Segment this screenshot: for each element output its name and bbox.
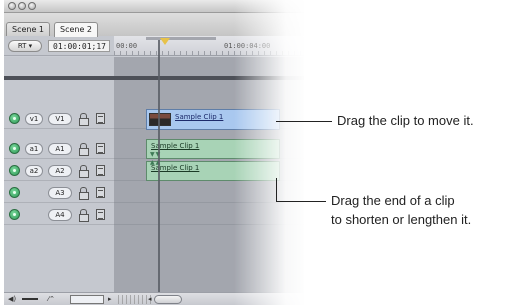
auto-select-icon[interactable]	[96, 113, 105, 124]
trim-callout-line	[276, 201, 326, 202]
trim-callout-text-1: Drag the end of a clip	[331, 193, 455, 208]
tab-scene-2[interactable]: Scene 2	[54, 22, 99, 37]
auto-select-icon[interactable]	[96, 209, 105, 220]
destination-control-a2[interactable]: A2	[48, 165, 72, 177]
destination-control-v1[interactable]: V1	[48, 113, 72, 125]
clip-overlays-icon[interactable]: ⁄⌃	[48, 295, 55, 304]
timeline-window: Scene 1 Scene 2 RT ▾ 01:00:01;17 00:00 0…	[4, 0, 304, 305]
playhead[interactable]	[158, 40, 160, 305]
track-header-a2: a2 A2	[4, 161, 114, 181]
trim-callout-text-2: to shorten or lengthen it.	[331, 212, 472, 227]
lock-icon[interactable]	[79, 187, 89, 200]
trim-callout-vline	[276, 178, 277, 202]
lock-icon[interactable]	[79, 209, 89, 222]
lock-icon[interactable]	[79, 165, 89, 178]
track-visibility-button[interactable]	[9, 165, 20, 176]
horizontal-scroll-thumb[interactable]	[154, 295, 182, 304]
track-visibility-button[interactable]	[9, 209, 20, 220]
auto-select-icon[interactable]	[96, 165, 105, 176]
destination-control-a1[interactable]: A1	[48, 143, 72, 155]
minimize-window-button[interactable]	[18, 2, 26, 10]
lock-icon[interactable]	[79, 143, 89, 156]
track-height-icon[interactable]	[22, 298, 38, 300]
close-window-button[interactable]	[8, 2, 16, 10]
source-control-a2[interactable]: a2	[25, 165, 43, 177]
move-callout-text: Drag the clip to move it.	[337, 113, 474, 128]
track-header-a3: A3	[4, 183, 114, 203]
source-control-v1[interactable]: v1	[25, 113, 43, 125]
lock-icon[interactable]	[79, 113, 89, 126]
scroll-left-icon[interactable]: ◂	[148, 295, 152, 304]
render-status-bar	[146, 37, 216, 40]
audio-controls-icon[interactable]: ◀)	[8, 295, 16, 304]
auto-select-icon[interactable]	[96, 187, 105, 198]
move-callout-line	[276, 121, 332, 122]
timeline-controls: RT ▾ 01:00:01;17	[4, 36, 114, 56]
playhead-handle-icon[interactable]	[160, 38, 170, 45]
track-visibility-button[interactable]	[9, 187, 20, 198]
current-timecode-field[interactable]: 01:00:01;17	[48, 40, 110, 52]
scroll-right-icon[interactable]: ▸	[108, 295, 112, 304]
track-header-a1: a1 A1	[4, 139, 114, 159]
track-headers: v1 V1 a1 A1 a2 A2 A3 A4	[4, 57, 114, 305]
rt-popup-button[interactable]: RT ▾	[8, 40, 42, 52]
destination-control-a4[interactable]: A4	[48, 209, 72, 221]
source-control-a1[interactable]: a1	[25, 143, 43, 155]
zoom-window-button[interactable]	[28, 2, 36, 10]
destination-control-a3[interactable]: A3	[48, 187, 72, 199]
ruler-start-label: 00:00	[116, 42, 138, 50]
track-visibility-button[interactable]	[9, 113, 20, 124]
track-visibility-button[interactable]	[9, 143, 20, 154]
auto-select-icon[interactable]	[96, 143, 105, 154]
track-header-v1: v1 V1	[4, 109, 114, 129]
edge-fade	[234, 0, 304, 305]
clip-thumbnail	[149, 113, 171, 126]
track-header-a4: A4	[4, 205, 114, 225]
zoom-slider[interactable]	[70, 295, 104, 304]
video-clip-label: Sample Clip 1	[175, 113, 224, 121]
tab-scene-1[interactable]: Scene 1	[6, 22, 51, 36]
